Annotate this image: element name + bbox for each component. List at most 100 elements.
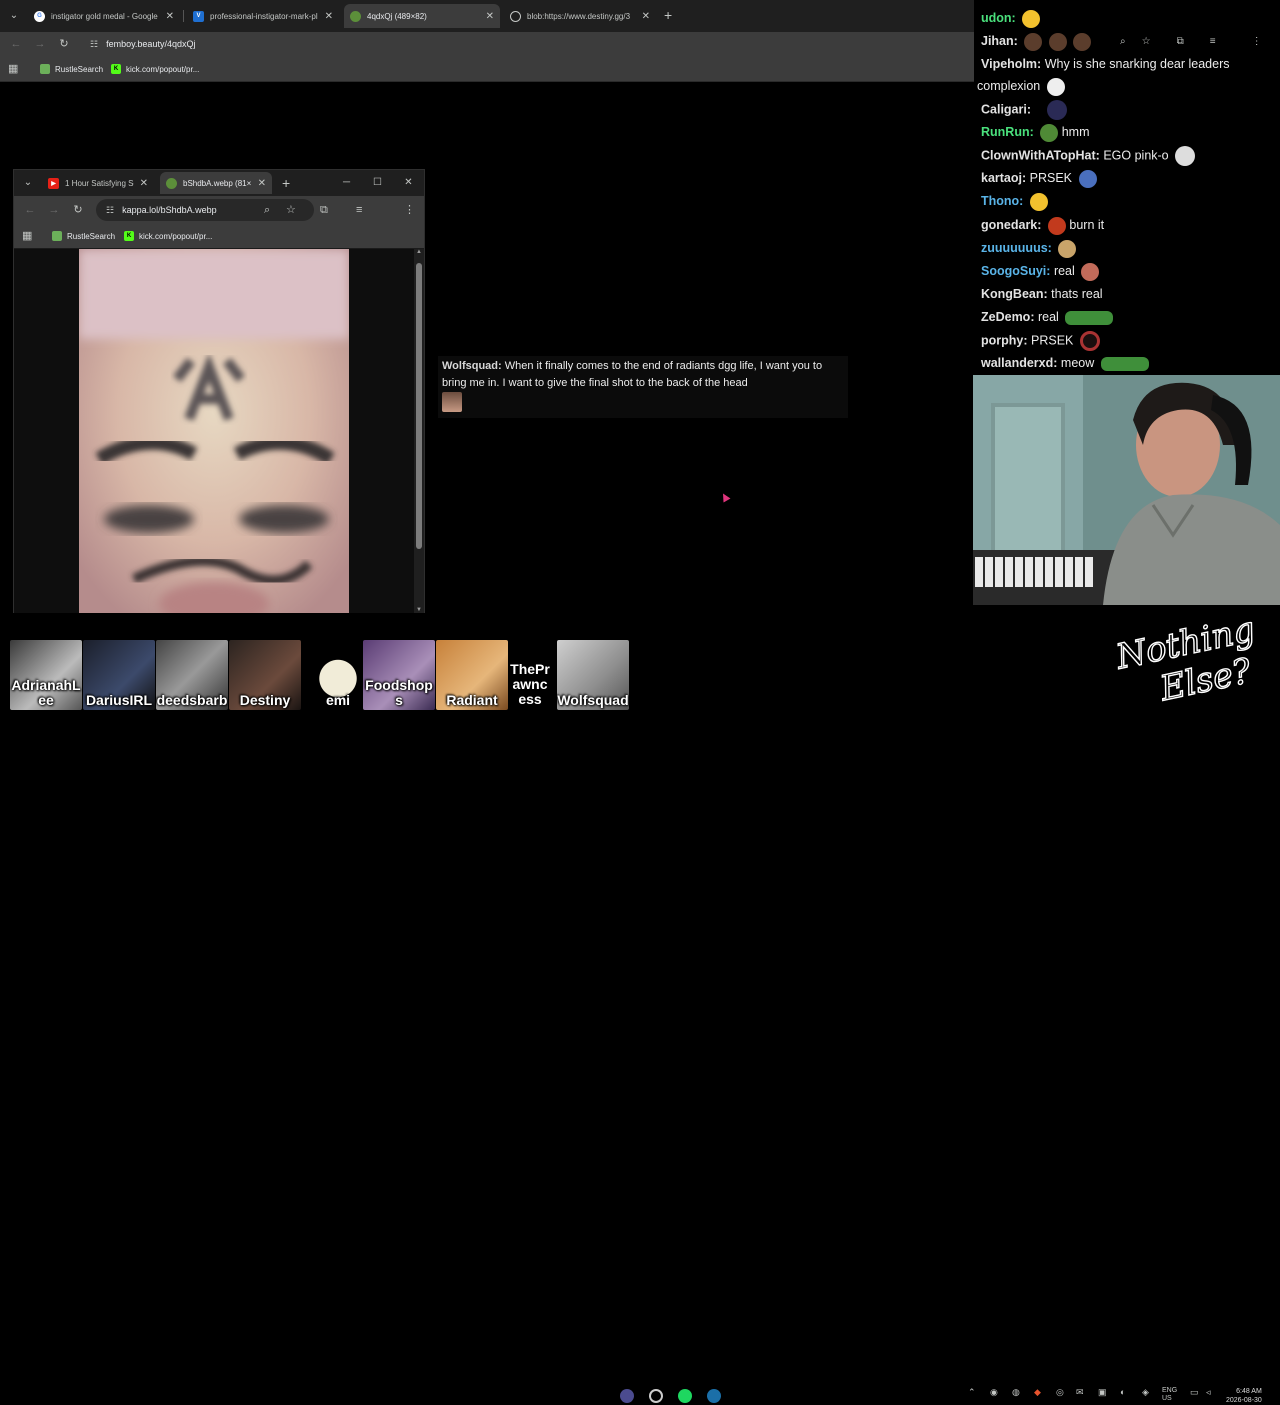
reload-button[interactable]: ↻ [56,36,72,52]
back-button[interactable]: ← [22,202,38,218]
scrollbar[interactable]: ▲ ▼ [414,249,424,613]
chat-username: porphy: [981,333,1028,348]
scroll-down-arrow[interactable]: ▼ [414,607,424,613]
steam-tray-icon[interactable]: ◍ [1012,1387,1020,1398]
tray-icon[interactable]: ▣ [1098,1387,1107,1398]
zoom-icon[interactable]: ⌕ [264,203,270,217]
minimize-button[interactable]: ─ [331,170,362,196]
chat-message-continuation: complexion [977,77,1276,96]
google-icon: G [34,10,45,22]
mail-tray-icon[interactable]: ✉ [1076,1387,1084,1398]
bookmark-label: kick.com/popout/pr... [126,64,200,74]
inner-tab-2-active[interactable]: bShdbA.webp (81× ✕ [160,172,272,194]
extensions-icon[interactable]: ⧉ [1177,36,1184,47]
clock[interactable]: 6:48 AM 2026-08-30 [1226,1387,1262,1405]
bookmark-rustlesearch[interactable]: RustleSearch [52,230,115,242]
clock-date: 2026-08-30 [1226,1397,1262,1404]
tab-title: instigator gold medal - Google [51,11,158,21]
site-info-icon[interactable]: ☷ [90,39,98,50]
chat-message: gonedark: burn it [981,216,1276,235]
youtube-icon: ▶ [48,177,59,189]
clock-time: 6:48 AM [1236,1388,1262,1395]
robot-emote-icon [1078,169,1097,188]
chat-message: Vipeholm: Why is she snarking dear leade… [981,55,1276,73]
back-button[interactable]: ← [8,36,24,52]
inner-browser-window: ⌄ ▶ 1 Hour Satisfying So ✕ bShdbA.webp (… [13,169,425,613]
message-username: Wolfsquad: [442,360,502,372]
apps-grid-icon[interactable]: ▦ [8,63,18,75]
main-tab-2[interactable]: V professional-instigator-mark-pl ✕ [187,4,339,28]
address-text: femboy.beauty/4qdxQj [106,39,196,49]
address-bar[interactable]: ☷ femboy.beauty/4qdxQj [80,34,960,54]
language-code: ENG [1162,1387,1178,1394]
chat-username: zuuuuuuus: [981,241,1052,255]
chat-message: ClownWithATopHat: EGO pink-o [981,146,1276,166]
main-tab-3-active[interactable]: 4qdxQj (489×82) ✕ [344,4,500,28]
tray-icon[interactable]: ◎ [1056,1387,1064,1398]
show-hidden-icons[interactable]: ⌃ [968,1387,976,1398]
extensions-icon[interactable]: ⧉ [320,203,328,217]
address-bar[interactable]: ☷ kappa.lol/bShdbA.webp [96,199,314,221]
close-window-button[interactable]: ✕ [393,170,424,196]
main-tab-1[interactable]: G instigator gold medal - Google ✕ [28,4,180,28]
table-emote-icon [1065,310,1114,325]
menu-icon[interactable]: ⋮ [404,203,415,217]
forward-button[interactable]: → [32,36,48,52]
brave-tray-icon[interactable]: ◆ [1034,1387,1041,1398]
close-icon[interactable]: ✕ [642,11,650,22]
menu-icon[interactable]: ⋮ [1252,36,1262,47]
tab-title: bShdbA.webp (81× [183,178,252,188]
chat-username: kartaoj: [981,171,1027,185]
close-icon[interactable]: ✕ [258,178,266,189]
chat-username: wallanderxd: [981,356,1058,370]
app-icon[interactable] [620,1389,634,1403]
tab-search-button[interactable]: ⌄ [6,8,22,24]
site-info-icon[interactable]: ☷ [106,205,114,216]
bookmark-star-icon[interactable]: ☆ [1142,36,1151,47]
stream-chat: udon: Jihan: ⌕ ☆ ⧉ ≡ ⋮ Vipeholm: Why is … [974,0,1280,376]
chrome-tray-icon[interactable]: ◉ [990,1387,998,1398]
zoom-icon[interactable]: ⌕ [1120,36,1126,47]
inner-tab-1[interactable]: ▶ 1 Hour Satisfying So ✕ [42,172,154,194]
new-tab-button[interactable]: + [282,175,290,191]
streamer-webcam-image [973,375,1280,605]
cat-emote-icon [1058,239,1077,258]
face-emote-icon [1081,262,1100,281]
volume-icon[interactable]: ◃ [1206,1387,1211,1398]
reload-button[interactable]: ↻ [70,202,86,218]
chat-text: PRSEK [1029,171,1073,185]
bookmark-star-icon[interactable]: ☆ [286,203,296,217]
obs-icon[interactable] [649,1389,663,1403]
forward-button[interactable]: → [46,202,62,218]
steam-icon[interactable] [707,1389,721,1403]
scroll-up-arrow[interactable]: ▲ [414,249,424,255]
media-controls-icon[interactable]: ≡ [1210,36,1216,47]
chat-text: real [1053,264,1075,278]
close-icon[interactable]: ✕ [140,178,148,189]
close-icon[interactable]: ✕ [325,11,333,22]
apps-grid-icon[interactable]: ▦ [22,230,32,242]
bookmark-kick[interactable]: K kick.com/popout/pr... [111,63,199,75]
chat-username: udon: [981,11,1016,25]
spotify-icon[interactable] [678,1389,692,1403]
chat-text: hmm [1061,125,1090,139]
chat-text: thats real [1051,287,1103,301]
new-tab-button[interactable]: + [664,7,672,23]
bookmark-rustlesearch[interactable]: RustleSearch [40,63,103,75]
tab-title: blob:https://www.destiny.gg/3 [527,11,631,21]
media-controls-icon[interactable]: ≡ [356,203,362,217]
network-icon[interactable]: ▭ [1190,1387,1199,1398]
tray-icon[interactable]: ◐ [1120,1387,1125,1397]
close-icon[interactable]: ✕ [486,11,494,22]
chat-message: Caligari: [981,100,1276,120]
chat-text: Why is she snarking dear leaders [1044,57,1230,71]
scrollbar-thumb[interactable] [416,263,422,549]
close-icon[interactable]: ✕ [166,11,174,22]
language-indicator[interactable]: ENG US [1162,1387,1177,1403]
tray-icon[interactable]: ◈ [1142,1387,1149,1398]
main-tab-4[interactable]: blob:https://www.destiny.gg/3 ✕ [504,4,656,28]
maximize-button[interactable]: ☐ [362,170,393,196]
bookmark-kick[interactable]: K kick.com/popout/pr... [124,230,212,242]
bookmark-label: RustleSearch [55,64,104,74]
tab-search-button[interactable]: ⌄ [20,175,36,191]
